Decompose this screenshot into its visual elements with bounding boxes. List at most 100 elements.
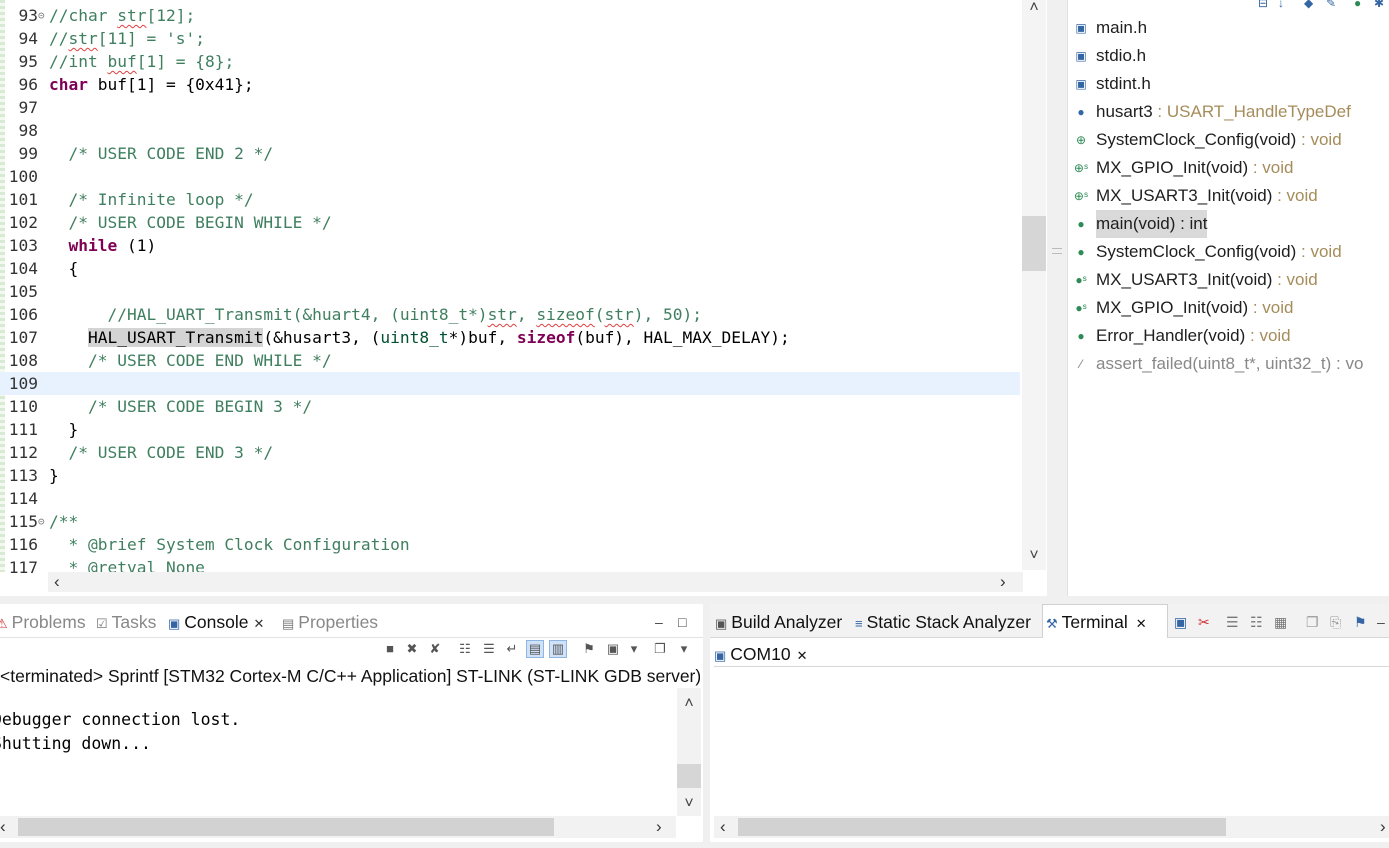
close-com10-tab-icon[interactable]: ✕ (797, 648, 808, 663)
code-line[interactable]: 116 * @brief System Clock Configuration (0, 533, 1020, 556)
outline-item[interactable]: ⊕ SystemClock_Config(void) : void (1076, 126, 1342, 154)
terminal-output[interactable] (714, 667, 1389, 816)
hide-static-icon[interactable]: ✎ (1326, 0, 1336, 10)
terminal-minimize-icon[interactable]: – (1377, 610, 1385, 634)
pin-console-icon[interactable]: ⚑ (580, 640, 598, 658)
code-line[interactable]: 110 /* USER CODE BEGIN 3 */ (0, 395, 1020, 418)
tab-com10[interactable]: ▣ COM10 ✕ (714, 642, 808, 666)
display-console-dropdown-icon[interactable]: ▾ (625, 640, 643, 658)
code-line[interactable]: 93⊝//char str[12]; (0, 4, 1020, 27)
code-line[interactable]: 113} (0, 464, 1020, 487)
tab-tasks[interactable]: ☑ Tasks (96, 610, 156, 634)
terminate-icon[interactable]: ■ (381, 640, 399, 658)
show-on-stdout-icon[interactable]: ▤ (526, 640, 544, 658)
scroll-left-icon[interactable]: ‹ (54, 572, 60, 592)
console-vertical-scrollbar[interactable]: ˄ ˅ (677, 688, 701, 816)
open-console-icon[interactable]: ❐ (651, 640, 669, 658)
code-line[interactable]: 106 //HAL_UART_Transmit(&huart4, (uint8_… (0, 303, 1020, 326)
outline-item[interactable]: ● SystemClock_Config(void) : void (1077, 238, 1341, 266)
code-editor[interactable]: 93⊝//char str[12]; 94//str[11] = 's'; 95//… (0, 0, 1047, 596)
code-line[interactable]: 94 //str[11] = 's'; (0, 27, 1020, 50)
code-line[interactable]: 114 (0, 487, 1020, 510)
show-on-stderr-icon[interactable]: ▥ (549, 640, 567, 658)
code-line[interactable]: 109 (0, 372, 1020, 395)
console-horizontal-scrollbar[interactable]: ‹ › (0, 816, 676, 838)
scroll-lock-terminal-icon[interactable]: ☰ (1226, 610, 1239, 634)
open-terminal-icon[interactable]: ▣ (1174, 610, 1187, 634)
outline-item[interactable]: ● main(void) : int (1077, 210, 1208, 238)
outline-item[interactable]: ● husart3 : USART_HandleTypeDef (1077, 98, 1350, 126)
editor-vertical-scroll-thumb[interactable] (1022, 216, 1046, 271)
console-scroll-thumb[interactable] (677, 764, 701, 788)
editor-vertical-scrollbar[interactable]: ˄ ˅ (1022, 0, 1046, 570)
terminal-horizontal-scrollbar[interactable]: ‹ › (714, 816, 1389, 838)
view-menu-icon[interactable]: ✱ (1374, 0, 1384, 10)
hide-fields-icon[interactable]: ◆ (1304, 0, 1313, 10)
outline-item[interactable]: ●ˢ MX_GPIO_Init(void) : void (1075, 294, 1293, 322)
clear-console-icon[interactable]: ☷ (456, 640, 474, 658)
tab-problems[interactable]: ⚠ Problems (0, 610, 86, 634)
tab-console[interactable]: ▣ Console ✕ (168, 610, 264, 634)
terminal-hscroll-thumb[interactable] (738, 818, 1226, 836)
console-scroll-left-icon[interactable]: ‹ (0, 817, 6, 837)
remove-all-terminated-icon[interactable]: ✘ (426, 640, 444, 658)
console-scroll-right-icon[interactable]: › (656, 817, 662, 837)
outline-item[interactable]: ⁄ assert_failed(uint8_t*, uint32_t) : vo (1080, 350, 1363, 378)
editor-horizontal-scrollbar[interactable]: ‹ › (48, 572, 1023, 592)
scroll-lock-icon[interactable]: ☰ (480, 640, 498, 658)
hide-nonpublic-icon[interactable]: ● (1354, 0, 1361, 10)
code-line[interactable]: 98 (0, 119, 1020, 142)
paste-icon[interactable]: ⎘ (1330, 610, 1341, 634)
console-scroll-up-icon[interactable]: ˄ (677, 696, 701, 712)
outline-item[interactable]: ▣ stdio.h (1075, 42, 1146, 70)
terminal-scroll-left-icon[interactable]: ‹ (720, 817, 726, 837)
outline-item[interactable]: ⊕ˢ MX_USART3_Init(void) : void (1074, 182, 1318, 210)
code-line[interactable]: 103 while (1) (0, 234, 1020, 257)
code-line[interactable]: 112 /* USER CODE END 3 */ (0, 441, 1020, 464)
word-wrap-icon[interactable]: ↵ (503, 640, 521, 658)
code-line[interactable]: 97 (0, 96, 1020, 119)
code-line[interactable]: 108 /* USER CODE END WHILE */ (0, 349, 1020, 372)
clear-terminal-icon[interactable]: ☷ (1250, 610, 1263, 634)
tab-properties[interactable]: ▤ Properties (282, 610, 378, 634)
outline-item[interactable]: ▣ stdint.h (1075, 70, 1150, 98)
fold-toggle-icon[interactable]: ⊝ (38, 4, 49, 27)
editor-outline-divider[interactable] (1047, 0, 1067, 596)
fold-toggle-icon[interactable]: ⊝ (38, 510, 49, 533)
display-console-icon[interactable]: ▣ (604, 640, 622, 658)
open-console-dropdown-icon[interactable]: ▾ (675, 640, 693, 658)
close-console-tab-icon[interactable]: ✕ (254, 616, 265, 631)
copy-icon[interactable]: ❐ (1306, 610, 1319, 634)
outline-item[interactable]: ●ˢ MX_USART3_Init(void) : void (1075, 266, 1317, 294)
maximize-icon[interactable]: □ (678, 610, 686, 634)
code-line[interactable]: 99 /* USER CODE END 2 */ (0, 142, 1020, 165)
tab-terminal[interactable]: ⚒ Terminal ✕ (1046, 610, 1147, 634)
minimize-icon[interactable]: – (655, 610, 663, 634)
disconnect-icon[interactable]: ✂ (1198, 610, 1210, 634)
pin-terminal-icon[interactable]: ⚑ (1354, 610, 1367, 634)
tab-static-stack-analyzer[interactable]: ≡ Static Stack Analyzer (855, 610, 1031, 634)
scroll-right-icon[interactable]: › (1000, 572, 1006, 592)
remove-launch-icon[interactable]: ✖ (403, 640, 421, 658)
terminal-scroll-right-icon[interactable]: › (1380, 817, 1386, 837)
terminal-settings-icon[interactable]: ▦ (1274, 610, 1287, 634)
scroll-down-icon[interactable]: ˅ (1022, 548, 1046, 564)
outline-item[interactable]: ● Error_Handler(void) : void (1077, 322, 1290, 350)
code-line[interactable]: 102 /* USER CODE BEGIN WHILE */ (0, 211, 1020, 234)
code-line[interactable]: 105 (0, 280, 1020, 303)
code-line[interactable]: 115⊝/** (0, 510, 1020, 533)
console-scroll-down-icon[interactable]: ˅ (677, 796, 701, 812)
code-line[interactable]: 96 char buf[1] = {0x41}; (0, 73, 1020, 96)
code-line[interactable]: 95 //int buf[1] = {8}; (0, 50, 1020, 73)
console-hscroll-thumb[interactable] (18, 818, 554, 836)
tab-build-analyzer[interactable]: ▣ Build Analyzer (715, 610, 842, 634)
collapse-all-icon[interactable]: ⊟ (1258, 0, 1268, 10)
sort-icon[interactable]: ↓ (1278, 0, 1284, 10)
close-terminal-tab-icon[interactable]: ✕ (1136, 616, 1147, 631)
code-line[interactable]: 111 } (0, 418, 1020, 441)
scroll-up-icon[interactable]: ˄ (1022, 0, 1046, 16)
code-line[interactable]: 107 HAL_USART_Transmit(&husart3, (uint8_… (0, 326, 1020, 349)
outline-item[interactable]: ⊕ˢ MX_GPIO_Init(void) : void (1074, 154, 1294, 182)
outline-item[interactable]: ▣ main.h (1075, 14, 1147, 42)
code-line[interactable]: 100 (0, 165, 1020, 188)
